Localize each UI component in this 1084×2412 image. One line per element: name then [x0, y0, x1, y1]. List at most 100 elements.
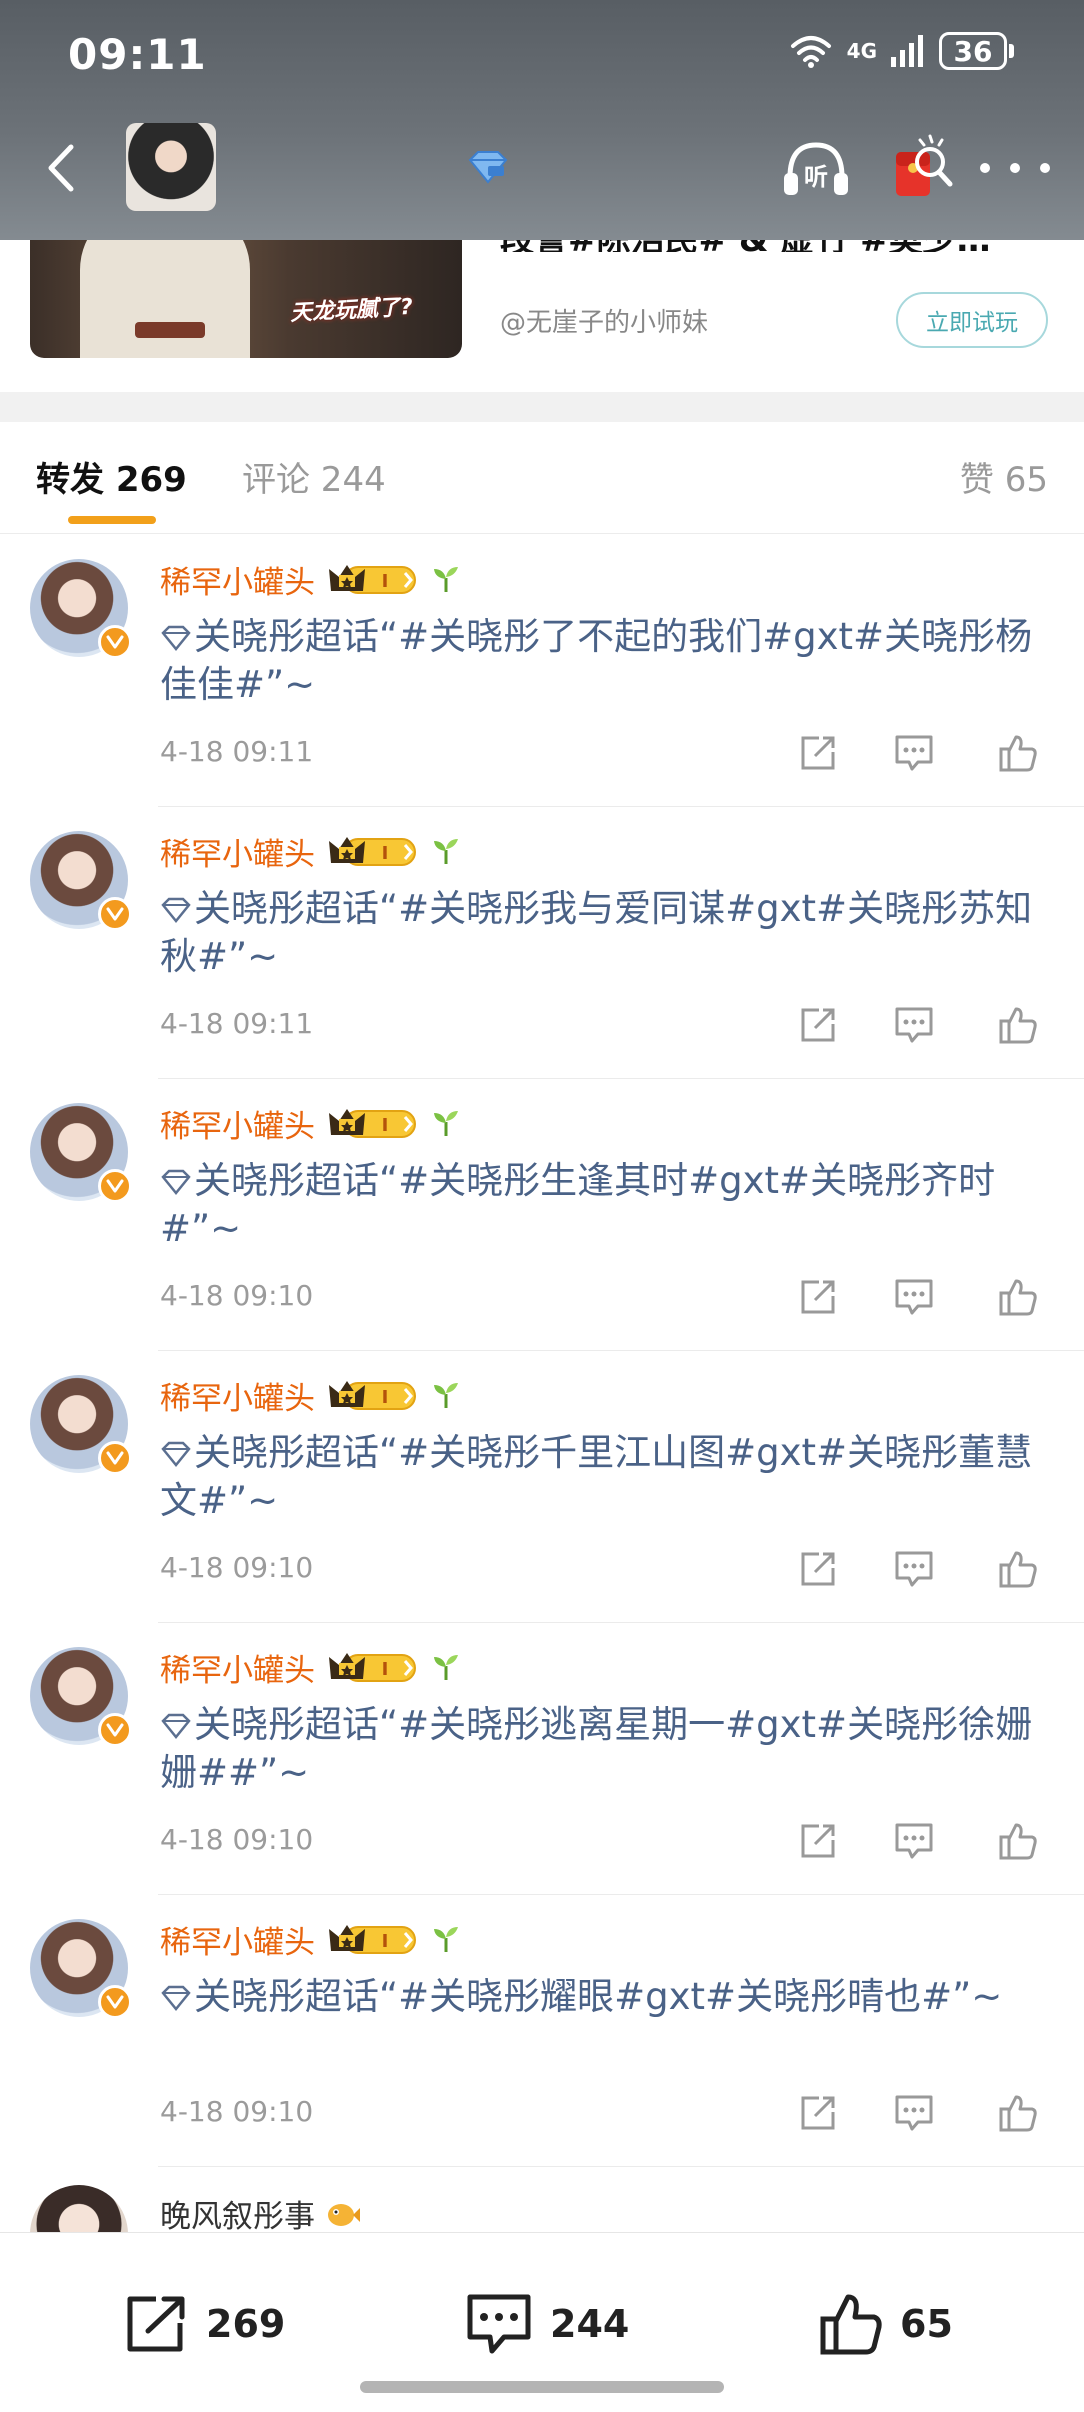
vip-crown-badge-icon: I [329, 1381, 416, 1410]
like-button[interactable] [996, 1547, 1040, 1591]
avatar[interactable] [30, 1919, 132, 2019]
share-button[interactable] [796, 1547, 840, 1591]
share-button[interactable] [796, 1819, 840, 1863]
svg-text:I: I [382, 843, 389, 864]
share-button[interactable] [796, 1275, 840, 1319]
thumbs-up-icon [999, 1823, 1037, 1860]
bottom-action-bar: 269 244 65 [0, 2232, 1084, 2412]
try-now-button[interactable]: 立即试玩 [896, 292, 1048, 348]
svg-text:I: I [382, 1931, 389, 1952]
repost-item[interactable]: 稀罕小罐头 I 关晓彤超话“#关晓彤生逢其时#gxt#关晓彤齐时#”~ 4-18… [0, 1079, 1084, 1351]
comment-icon [895, 2095, 933, 2131]
battery-level: 36 [939, 32, 1007, 70]
thumbs-up-icon [999, 1007, 1037, 1044]
comment-button[interactable] [892, 2091, 936, 2135]
action-icons [796, 1275, 1042, 1319]
more-dot [1040, 163, 1050, 173]
sprout-icon [434, 1655, 458, 1680]
super-topic-diamond-icon [161, 625, 191, 651]
like-button[interactable] [996, 1819, 1040, 1863]
sprout-icon [434, 1383, 458, 1408]
chevron-left-icon [48, 144, 74, 192]
avatar[interactable] [30, 1375, 132, 1475]
bottom-like-button[interactable]: 65 [818, 2289, 953, 2359]
verified-badge-icon [98, 1441, 132, 1475]
like-button[interactable] [996, 2091, 1040, 2135]
avatar[interactable] [30, 559, 132, 659]
share-button[interactable] [796, 2091, 840, 2135]
top-header: 09:11 4G 36 听 [0, 0, 1084, 240]
share-icon [801, 1008, 835, 1042]
comment-icon [895, 1007, 933, 1043]
verified-badge-icon [98, 1985, 132, 2019]
bottom-comment-button[interactable]: 244 [464, 2289, 629, 2359]
repost-item[interactable]: 稀罕小罐头 I 关晓彤超话“#关晓彤逃离星期一#gxt#关晓彤徐姗姗##”~ 4… [0, 1623, 1084, 1895]
more-button[interactable] [980, 148, 1050, 188]
repost-text: 关晓彤超话“#关晓彤生逢其时#gxt#关晓彤齐时#”~ [160, 1159, 996, 1250]
battery-icon: 36 [939, 32, 1014, 70]
tab-comment[interactable]: 评论 244 [242, 452, 386, 501]
comment-icon [895, 735, 933, 771]
username[interactable]: 稀罕小罐头 [160, 1917, 315, 1962]
comment-button[interactable] [892, 1819, 936, 1863]
share-button[interactable] [796, 731, 840, 775]
svg-text:I: I [382, 571, 389, 592]
status-indicators: 4G 36 [789, 32, 1014, 70]
comment-button[interactable] [892, 731, 936, 775]
tab-repost[interactable]: 转发 269 [36, 452, 187, 501]
diamond-icon[interactable] [466, 148, 510, 188]
avatar[interactable] [30, 1647, 132, 1747]
repost-item[interactable]: 稀罕小罐头 I 关晓彤超话“#关晓彤耀眼#gxt#关晓彤晴也#”~ 4-18 0… [0, 1895, 1084, 2167]
comment-button[interactable] [892, 1547, 936, 1591]
repost-item[interactable]: 稀罕小罐头 I 关晓彤超话“#关晓彤我与爱同谋#gxt#关晓彤苏知秋#”~ 4-… [0, 807, 1084, 1079]
username[interactable]: 稀罕小罐头 [160, 1645, 315, 1690]
username[interactable]: 稀罕小罐头 [160, 829, 315, 874]
username[interactable]: 晚风叙彤事 [160, 2191, 315, 2236]
username[interactable]: 稀罕小罐头 [160, 1101, 315, 1146]
super-topic-diamond-icon [161, 1713, 191, 1739]
pufferfish-emoji-icon [328, 2203, 360, 2226]
repost-item[interactable]: 稀罕小罐头 I 关晓彤超话“#关晓彤千里江山图#gxt#关晓彤董慧文#”~ 4-… [0, 1351, 1084, 1623]
nav-bar: 听 [0, 118, 1084, 218]
username[interactable]: 稀罕小罐头 [160, 557, 315, 602]
like-button[interactable] [996, 731, 1040, 775]
source-thumbnail[interactable]: 天龙玩腻了? [30, 222, 462, 358]
vip-crown-badge-icon: I [329, 1109, 416, 1138]
svg-text:I: I [382, 1659, 389, 1680]
back-button[interactable] [28, 136, 92, 200]
repost-text: 关晓彤超话“#关晓彤千里江山图#gxt#关晓彤董慧文#”~ [160, 1431, 1033, 1522]
super-topic-diamond-icon [161, 1985, 191, 2011]
like-button[interactable] [996, 1003, 1040, 1047]
action-icons [796, 1003, 1042, 1047]
verified-badge-icon [98, 897, 132, 931]
source-author[interactable]: @无崖子的小师妹 [500, 302, 708, 339]
comment-button[interactable] [892, 1275, 936, 1319]
avatar[interactable] [30, 1103, 132, 1203]
comment-button[interactable] [892, 1003, 936, 1047]
timestamp: 4-18 09:10 [160, 1279, 314, 1312]
thumbs-up-icon [820, 2294, 882, 2355]
listen-button[interactable]: 听 [780, 133, 852, 205]
action-icons [796, 731, 1042, 775]
super-topic-diamond-icon [161, 897, 191, 923]
svg-text:I: I [382, 1387, 389, 1408]
like-button[interactable] [996, 1275, 1040, 1319]
source-card[interactable]: 天龙玩腻了? 段誉#陈浩民# & 虚竹 #樊少… @无崖子的小师妹 立即试玩 [0, 220, 1084, 392]
share-button[interactable] [796, 1003, 840, 1047]
sprout-icon [434, 1927, 458, 1952]
red-packet-search-icon[interactable] [884, 132, 956, 204]
repost-item[interactable]: 稀罕小罐头 I 关晓彤超话“#关晓彤了不起的我们#gxt#关晓彤杨佳佳#”~ 4… [0, 535, 1084, 807]
share-icon [801, 1824, 835, 1858]
author-avatar[interactable] [126, 123, 216, 211]
repost-count: 269 [206, 2302, 286, 2346]
share-icon [801, 2096, 835, 2130]
avatar[interactable] [30, 831, 132, 931]
bottom-repost-button[interactable]: 269 [124, 2289, 285, 2359]
tab-like[interactable]: 赞 65 [960, 452, 1048, 501]
username[interactable]: 稀罕小罐头 [160, 1373, 315, 1418]
home-indicator[interactable] [360, 2381, 724, 2393]
vip-crown-badge-icon: I [329, 1925, 416, 1954]
timestamp: 4-18 09:10 [160, 1823, 314, 1856]
action-icons [796, 1819, 1042, 1863]
timestamp: 4-18 09:11 [160, 735, 314, 768]
